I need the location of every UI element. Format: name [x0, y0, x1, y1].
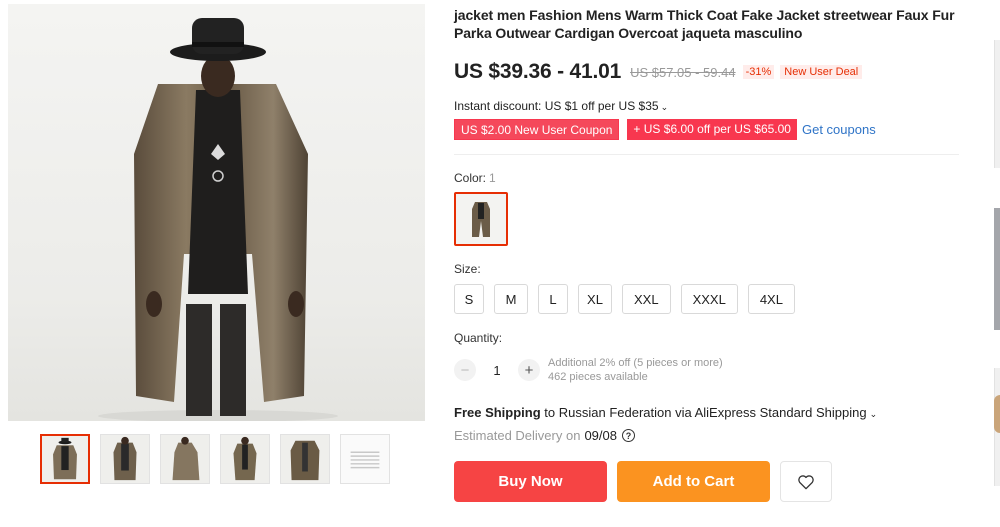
- thumbnail-6[interactable]: [340, 434, 390, 484]
- price-row: US $39.36 - 41.01 US $57.05 - 59.44 -31%…: [454, 55, 964, 89]
- coat-thumbnail-icon: [281, 435, 329, 483]
- size-label: Size:: [454, 262, 481, 276]
- add-to-cart-button[interactable]: Add to Cart: [617, 461, 770, 502]
- color-label-text: Color:: [454, 171, 487, 185]
- size-option-xxl[interactable]: XXL: [622, 284, 671, 314]
- delivery-date: 09/08: [584, 428, 617, 443]
- coat-thumbnail-icon: [101, 435, 149, 483]
- product-info: jacket men Fashion Mens Warm Thick Coat …: [454, 0, 964, 502]
- decrease-quantity-button[interactable]: −: [454, 359, 476, 381]
- new-user-coupon[interactable]: US $2.00 New User Coupon: [454, 119, 620, 140]
- instant-discount[interactable]: Instant discount: US $1 off per US $35 ⌄: [454, 99, 964, 113]
- quantity-label: Quantity:: [454, 331, 503, 345]
- thumbnail-5[interactable]: [280, 434, 330, 484]
- coat-thumbnail-icon: [42, 436, 88, 482]
- wishlist-button[interactable]: [780, 461, 832, 502]
- coat-thumbnail-icon: [221, 435, 269, 483]
- free-shipping-label: Free Shipping: [454, 405, 541, 420]
- thumbnail-4[interactable]: [220, 434, 270, 484]
- side-panel-edge: [994, 208, 1000, 330]
- heart-icon: [798, 474, 814, 489]
- new-user-deal-badge: New User Deal: [780, 65, 863, 79]
- increase-quantity-button[interactable]: +: [518, 359, 540, 381]
- store-coupon[interactable]: + US $6.00 off per US $65.00: [627, 119, 797, 140]
- thumbnail-strip: [40, 434, 390, 484]
- original-price: US $57.05 - 59.44: [630, 64, 736, 80]
- discount-badge: -31%: [742, 65, 775, 79]
- size-option-s[interactable]: S: [454, 284, 484, 314]
- help-icon[interactable]: ?: [622, 429, 635, 442]
- side-avatar: [994, 395, 1000, 433]
- coupon-row: US $2.00 New User Coupon + US $6.00 off …: [454, 119, 964, 140]
- size-options: S M L XL XXL XXXL 4XL: [454, 284, 964, 314]
- coat-swatch-icon: [472, 202, 490, 237]
- bulk-discount-note: Additional 2% off (5 pieces or more): [548, 357, 723, 369]
- color-swatch[interactable]: [454, 192, 508, 246]
- side-panel-edge: [994, 40, 1000, 168]
- chevron-down-icon: ⌄: [660, 102, 669, 112]
- shipping-info[interactable]: Free Shipping to Russian Federation via …: [454, 405, 964, 420]
- main-product-image[interactable]: [8, 4, 425, 421]
- size-option-xl[interactable]: XL: [578, 284, 612, 314]
- quantity-stepper: − 1 + Additional 2% off (5 pieces or mor…: [454, 356, 964, 384]
- divider: [454, 154, 959, 155]
- quantity-note: Additional 2% off (5 pieces or more) 462…: [548, 356, 723, 384]
- color-label: Color: 1: [454, 171, 964, 185]
- coat-thumbnail-icon: [161, 435, 209, 483]
- get-coupons-link[interactable]: Get coupons: [802, 122, 876, 137]
- quantity-value[interactable]: 1: [476, 363, 518, 378]
- stock-available: 462 pieces available: [548, 371, 648, 383]
- thumbnail-1[interactable]: [40, 434, 90, 484]
- buy-now-button[interactable]: Buy Now: [454, 461, 607, 502]
- size-option-m[interactable]: M: [494, 284, 528, 314]
- color-count: 1: [489, 171, 496, 185]
- size-option-4xl[interactable]: 4XL: [747, 284, 795, 314]
- product-title: jacket men Fashion Mens Warm Thick Coat …: [454, 7, 955, 41]
- size-option-l[interactable]: L: [538, 284, 568, 314]
- chevron-down-icon: ⌄: [869, 409, 878, 419]
- size-chart-thumbnail-icon: [341, 435, 389, 483]
- action-buttons: Buy Now Add to Cart: [454, 461, 964, 502]
- current-price: US $39.36 - 41.01: [454, 60, 622, 83]
- size-option-xxxl[interactable]: XXXL: [680, 284, 738, 314]
- estimated-delivery: Estimated Delivery on 09/08 ?: [454, 428, 964, 443]
- thumbnail-2[interactable]: [100, 434, 150, 484]
- thumbnail-3[interactable]: [160, 434, 210, 484]
- instant-discount-text: Instant discount: US $1 off per US $35: [454, 99, 659, 113]
- delivery-label: Estimated Delivery on: [454, 428, 581, 443]
- shipping-destination: to Russian Federation via AliExpress Sta…: [540, 405, 867, 420]
- coat-model-illustration: [98, 18, 338, 421]
